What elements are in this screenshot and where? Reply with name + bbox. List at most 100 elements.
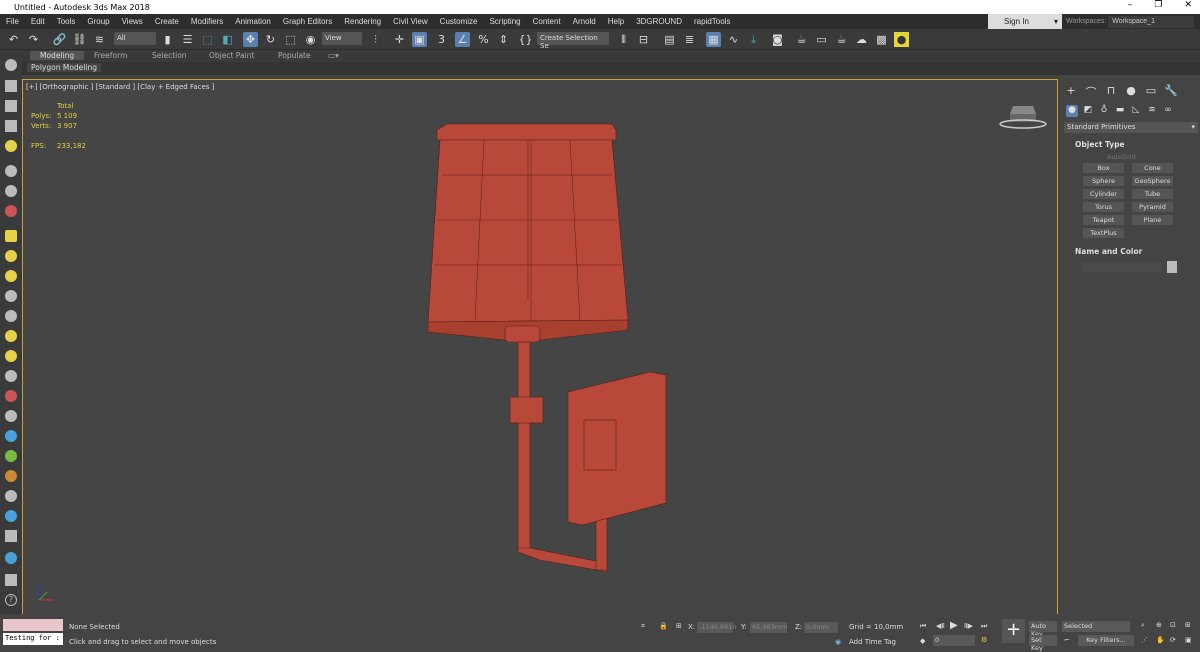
textplus-button[interactable]: TextPlus	[1083, 228, 1124, 238]
undo-icon[interactable]: ↶	[6, 32, 21, 47]
menu-content[interactable]: Content	[527, 17, 567, 26]
save-icon[interactable]	[5, 574, 17, 586]
pan-icon[interactable]: ✋	[1156, 636, 1165, 644]
primitive-type-dropdown[interactable]: Standard Primitives ▾	[1064, 122, 1198, 133]
autogrid-checkbox[interactable]: AutoGrid	[1107, 153, 1136, 161]
pyramid-button[interactable]: Pyramid	[1132, 202, 1173, 212]
viewcube-icon[interactable]	[998, 98, 1048, 130]
render-setup-icon[interactable]: ☕	[794, 32, 809, 47]
menu-rendering[interactable]: Rendering	[338, 17, 387, 26]
rectangular-selection-icon[interactable]: ⬚	[200, 32, 215, 47]
window-crossing-icon[interactable]: ◧	[220, 32, 235, 47]
helper-icon[interactable]	[5, 185, 17, 197]
layer-explorer-icon[interactable]: ≣	[682, 32, 697, 47]
maxscript-listener-mini[interactable]	[3, 619, 63, 631]
close-button[interactable]: ✕	[1184, 0, 1192, 10]
scene-explorer-icon[interactable]	[5, 80, 17, 92]
select-and-rotate-icon[interactable]: ↻	[263, 32, 278, 47]
create-tab-icon[interactable]: +	[1064, 84, 1078, 98]
auto-key-button[interactable]: Auto Key	[1029, 621, 1057, 638]
list-icon[interactable]	[5, 100, 17, 112]
object-type-rollout[interactable]: Object Type	[1064, 140, 1198, 149]
menu-graph-editors[interactable]: Graph Editors	[277, 17, 338, 26]
absolute-mode-icon[interactable]: ⊞	[676, 622, 682, 630]
reference-coordinate-dropdown[interactable]: View	[322, 32, 362, 45]
menu-views[interactable]: Views	[116, 17, 149, 26]
figure-icon[interactable]	[5, 410, 17, 422]
edit-named-selection-icon[interactable]: {}	[518, 32, 533, 47]
pin-icon[interactable]	[5, 390, 17, 402]
y-coordinate-field[interactable]: 65,463mm	[750, 622, 787, 633]
sphere-icon[interactable]	[5, 270, 17, 282]
sphere-blue-icon[interactable]	[5, 510, 17, 522]
systems-icon[interactable]: ∞	[1162, 105, 1174, 117]
selection-lock-icon[interactable]: 🔒	[659, 622, 668, 630]
render-in-cloud-icon[interactable]: ☁	[854, 32, 869, 47]
plane-button[interactable]: Plane	[1132, 215, 1173, 225]
select-and-scale-icon[interactable]: ⬚	[283, 32, 298, 47]
modify-tab-icon[interactable]: ⌒	[1084, 84, 1098, 99]
select-by-name-icon[interactable]: ☰	[180, 32, 195, 47]
percent-snap-icon[interactable]: %	[476, 32, 491, 47]
menu-tools[interactable]: Tools	[51, 17, 82, 26]
particle-icon[interactable]	[5, 205, 17, 217]
go-to-start-icon[interactable]: ⏮	[920, 622, 926, 631]
menu-arnold[interactable]: Arnold	[567, 17, 602, 26]
orbit-icon[interactable]: ⟳	[1170, 636, 1176, 644]
menu-help[interactable]: Help	[602, 17, 630, 26]
menu-edit[interactable]: Edit	[25, 17, 51, 26]
ribbon-options-icon[interactable]: ▭▾	[328, 51, 339, 60]
hemisphere-icon[interactable]	[5, 250, 17, 262]
plant-icon[interactable]	[5, 450, 17, 462]
workspace-value[interactable]: Workspace_1	[1108, 16, 1195, 28]
minimize-button[interactable]: –	[1128, 0, 1133, 10]
maxscript-input[interactable]: Testing for :	[3, 633, 63, 645]
time-configuration-icon[interactable]: ⚙	[981, 636, 987, 644]
restore-button[interactable]: ❐	[1154, 0, 1162, 10]
mirror-icon[interactable]: ⫴	[616, 32, 631, 47]
cameras-icon[interactable]: ▬	[1114, 105, 1126, 117]
name-and-color-rollout[interactable]: Name and Color	[1064, 247, 1198, 256]
box-icon[interactable]	[5, 230, 17, 242]
lights-icon[interactable]: ♁	[1098, 105, 1110, 117]
zoom-icon[interactable]: ⌕	[1141, 621, 1145, 630]
workspace-selector[interactable]: Workspaces: Workspace_1	[1066, 14, 1200, 29]
snaps-toggle-icon[interactable]: 3	[434, 32, 449, 47]
menu-scripting[interactable]: Scripting	[483, 17, 526, 26]
zoom-all-icon[interactable]: ⊕	[1156, 621, 1162, 629]
pivot-center-icon[interactable]: ⫶	[368, 32, 383, 47]
utilities-tab-icon[interactable]: 🔧	[1164, 84, 1178, 98]
named-selection-dropdown[interactable]: Create Selection Se	[537, 32, 609, 50]
link-icon[interactable]: 🔗	[52, 32, 67, 47]
place-icon[interactable]: ◉	[303, 32, 318, 47]
key-mode-icon[interactable]: ◆	[920, 637, 925, 645]
geosphere-button[interactable]: GeoSphere	[1132, 176, 1173, 186]
space-warps-icon[interactable]: ≋	[1146, 105, 1158, 117]
menu-customize[interactable]: Customize	[434, 17, 484, 26]
wall-lamp-model[interactable]	[23, 80, 1057, 614]
viewport-layout-icon[interactable]: ▩	[874, 32, 889, 47]
render-icon[interactable]	[5, 552, 17, 564]
align-icon[interactable]: ⊟	[636, 32, 651, 47]
angle-snap-icon[interactable]: ∠	[455, 32, 470, 47]
unlink-icon[interactable]: ⛓	[72, 32, 87, 47]
key-mode-dropdown[interactable]: Selected	[1062, 621, 1130, 632]
z-coordinate-field[interactable]: 0,0mm	[804, 622, 838, 633]
tab-object-paint[interactable]: Object Paint	[209, 51, 254, 60]
material-ball-icon[interactable]	[5, 490, 17, 502]
tube-button[interactable]: Tube	[1132, 189, 1173, 199]
camera-icon[interactable]	[5, 165, 17, 177]
viewport-perspective[interactable]: [+] [Orthographic ] [Standard ] [Clay + …	[22, 79, 1058, 615]
file-icon[interactable]	[5, 530, 17, 542]
scene-explorer-icon[interactable]: ▤	[662, 32, 677, 47]
menu-animation[interactable]: Animation	[229, 17, 277, 26]
next-frame-icon[interactable]: Ⅱ▶	[964, 622, 973, 630]
zoom-extents-icon[interactable]: ⊡	[1170, 621, 1176, 629]
box-button[interactable]: Box	[1083, 163, 1124, 173]
menu-create[interactable]: Create	[149, 17, 185, 26]
select-and-move-icon[interactable]: ✥	[243, 32, 258, 47]
help-icon[interactable]: ?	[5, 594, 17, 606]
teapot-icon[interactable]	[5, 59, 17, 71]
script-icon[interactable]: ●	[894, 32, 909, 47]
menu-group[interactable]: Group	[81, 17, 115, 26]
